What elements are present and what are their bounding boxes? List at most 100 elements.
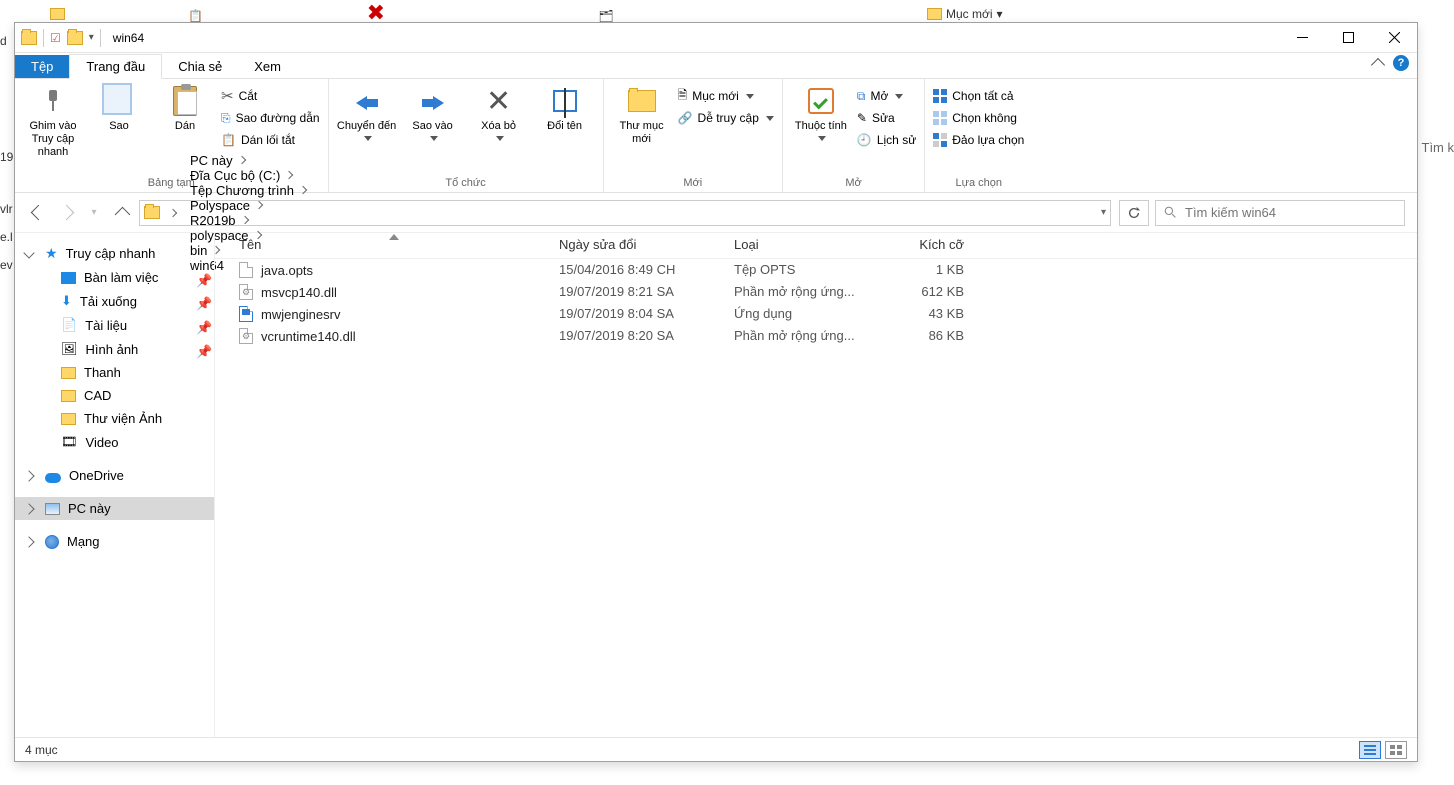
- file-icon: [239, 284, 253, 300]
- file-icon: [239, 328, 253, 344]
- pin-quick-access-button[interactable]: Ghim vào Truy cập nhanh: [23, 83, 83, 159]
- select-none-icon: [933, 111, 947, 125]
- pin-icon: [42, 90, 64, 112]
- nav-quick-access[interactable]: ★Truy cập nhanh: [15, 241, 214, 266]
- tab-home[interactable]: Trang đầu: [69, 54, 162, 79]
- column-headers: Tên Ngày sửa đổi Loại Kích cỡ: [215, 233, 1417, 259]
- file-icon: [239, 306, 253, 322]
- tab-share[interactable]: Chia sẻ: [162, 55, 238, 78]
- breadcrumb-item[interactable]: Tệp Chương trình: [186, 183, 314, 198]
- new-item-button[interactable]: 🗎Mục mới: [678, 85, 774, 107]
- nav-onedrive[interactable]: OneDrive: [15, 464, 214, 487]
- file-row[interactable]: vcruntime140.dll19/07/2019 8:20 SAPhần m…: [215, 325, 1417, 347]
- background-right-search: Tìm k: [1422, 140, 1454, 155]
- col-name[interactable]: Tên: [239, 237, 559, 252]
- details-view-button[interactable]: [1359, 741, 1381, 759]
- new-folder-button[interactable]: Thư mục mới: [612, 83, 672, 146]
- address-bar[interactable]: PC nàyĐĩa Cục bộ (C:)Tệp Chương trìnhPol…: [139, 200, 1111, 226]
- paste-shortcut-button[interactable]: 📋Dán lối tắt: [221, 129, 320, 151]
- properties-button[interactable]: Thuộc tính: [791, 83, 851, 141]
- group-open: Thuộc tính ⧉Mở ✎Sửa 🕘Lịch sử Mở: [783, 79, 925, 192]
- delete-button[interactable]: ✕Xóa bỏ: [469, 83, 529, 141]
- nav-quick-item[interactable]: Thanh: [15, 361, 214, 384]
- forward-button[interactable]: [55, 202, 77, 224]
- tab-view[interactable]: Xem: [238, 55, 297, 78]
- thumbnails-view-button[interactable]: [1385, 741, 1407, 759]
- nav-quick-item[interactable]: 🎞Video: [15, 430, 214, 454]
- file-row[interactable]: mwjenginesrv19/07/2019 8:04 SAỨng dụng43…: [215, 303, 1417, 325]
- pin-icon: 📌: [196, 296, 206, 306]
- pc-icon: [45, 503, 60, 515]
- help-icon[interactable]: ?: [1393, 55, 1409, 71]
- breadcrumb-item[interactable]: R2019b: [186, 213, 314, 228]
- window-title: win64: [113, 31, 144, 45]
- copy-icon: [106, 87, 132, 115]
- close-button[interactable]: [1371, 23, 1417, 53]
- nav-this-pc[interactable]: PC này: [15, 497, 214, 520]
- invert-selection-button[interactable]: Đảo lựa chọn: [933, 129, 1024, 151]
- open-icon: ⧉: [857, 89, 866, 104]
- quick-access-toolbar: ☑ ▾: [15, 29, 107, 47]
- copy-path-button[interactable]: ⎘Sao đường dẫn: [221, 107, 320, 129]
- nav-quick-item[interactable]: CAD: [15, 384, 214, 407]
- easy-access-button[interactable]: 🔗Dễ truy cập: [678, 107, 774, 129]
- ribbon-tabs: Tệp Trang đầu Chia sẻ Xem ?: [15, 53, 1417, 79]
- edit-icon: ✎: [857, 111, 867, 125]
- star-icon: ★: [45, 245, 58, 262]
- recent-dropdown[interactable]: ▾: [83, 202, 105, 224]
- invert-icon: [933, 133, 947, 147]
- history-button[interactable]: 🕘Lịch sử: [857, 129, 916, 151]
- copy-button[interactable]: Sao: [89, 83, 149, 133]
- search-input[interactable]: [1185, 205, 1396, 220]
- folder-icon: [21, 31, 37, 45]
- nav-quick-item[interactable]: Bàn làm việc📌: [15, 266, 214, 289]
- minimize-button[interactable]: [1279, 23, 1325, 53]
- shortcut-icon: 📋: [221, 133, 236, 147]
- group-organize: Chuyển đến Sao vào ✕Xóa bỏ Đổi tên Tổ ch…: [329, 79, 604, 192]
- col-date[interactable]: Ngày sửa đổi: [559, 237, 734, 252]
- paste-button[interactable]: Dán: [155, 83, 215, 133]
- up-button[interactable]: [111, 202, 133, 224]
- collapse-ribbon-icon[interactable]: [1371, 58, 1385, 72]
- open-button[interactable]: ⧉Mở: [857, 85, 916, 107]
- copy-to-button[interactable]: Sao vào: [403, 83, 463, 141]
- nav-quick-item[interactable]: Thư viện Ảnh: [15, 407, 214, 430]
- nav-quick-item[interactable]: 🖼Hình ảnh📌: [15, 337, 214, 361]
- qat-check-icon[interactable]: ☑: [50, 31, 61, 45]
- nav-quick-item[interactable]: ⬇Tải xuống📌: [15, 289, 214, 313]
- file-row[interactable]: java.opts15/04/2016 8:49 CHTệp OPTS1 KB: [215, 259, 1417, 281]
- breadcrumb-item[interactable]: Polyspace: [186, 198, 314, 213]
- select-all-button[interactable]: Chọn tất cả: [933, 85, 1024, 107]
- search-box[interactable]: [1155, 200, 1405, 226]
- breadcrumb-item[interactable]: Đĩa Cục bộ (C:): [186, 168, 314, 183]
- breadcrumb-item[interactable]: PC này: [186, 153, 314, 168]
- history-icon: 🕘: [857, 133, 872, 147]
- background-ribbon: 📋 ✖ 🗂 Mục mới ▾ ✔ 🔧 Mở ▾ Chọn tất cả: [0, 0, 1454, 18]
- maximize-button[interactable]: [1325, 23, 1371, 53]
- edit-button[interactable]: ✎Sửa: [857, 107, 916, 129]
- move-to-button[interactable]: Chuyển đến: [337, 83, 397, 141]
- select-all-icon: [933, 89, 947, 103]
- rename-button[interactable]: Đổi tên: [535, 83, 595, 133]
- file-row[interactable]: msvcp140.dll19/07/2019 8:21 SAPhần mở rộ…: [215, 281, 1417, 303]
- col-size[interactable]: Kích cỡ: [884, 237, 974, 252]
- tab-file[interactable]: Tệp: [15, 55, 69, 78]
- nav-network[interactable]: Mạng: [15, 530, 214, 553]
- refresh-button[interactable]: [1119, 200, 1149, 226]
- pin-icon: 📌: [196, 344, 206, 354]
- properties-icon: [808, 88, 834, 114]
- cut-button[interactable]: ✂Cắt: [221, 85, 320, 107]
- move-icon: [354, 88, 380, 114]
- folder-icon: [144, 206, 160, 219]
- back-button[interactable]: [27, 202, 49, 224]
- paste-icon: [173, 86, 197, 116]
- nav-quick-item[interactable]: 📄Tài liệu📌: [15, 313, 214, 337]
- select-none-button[interactable]: Chọn không: [933, 107, 1024, 129]
- col-type[interactable]: Loại: [734, 237, 884, 252]
- qat-dropdown[interactable]: ▾: [89, 32, 94, 43]
- copy-to-icon: [420, 88, 446, 114]
- background-left: d 19 vlr e.l ev: [0, 30, 13, 276]
- separator: [43, 29, 44, 47]
- scissors-icon: ✂: [221, 87, 234, 105]
- delete-icon: ✕: [486, 95, 511, 108]
